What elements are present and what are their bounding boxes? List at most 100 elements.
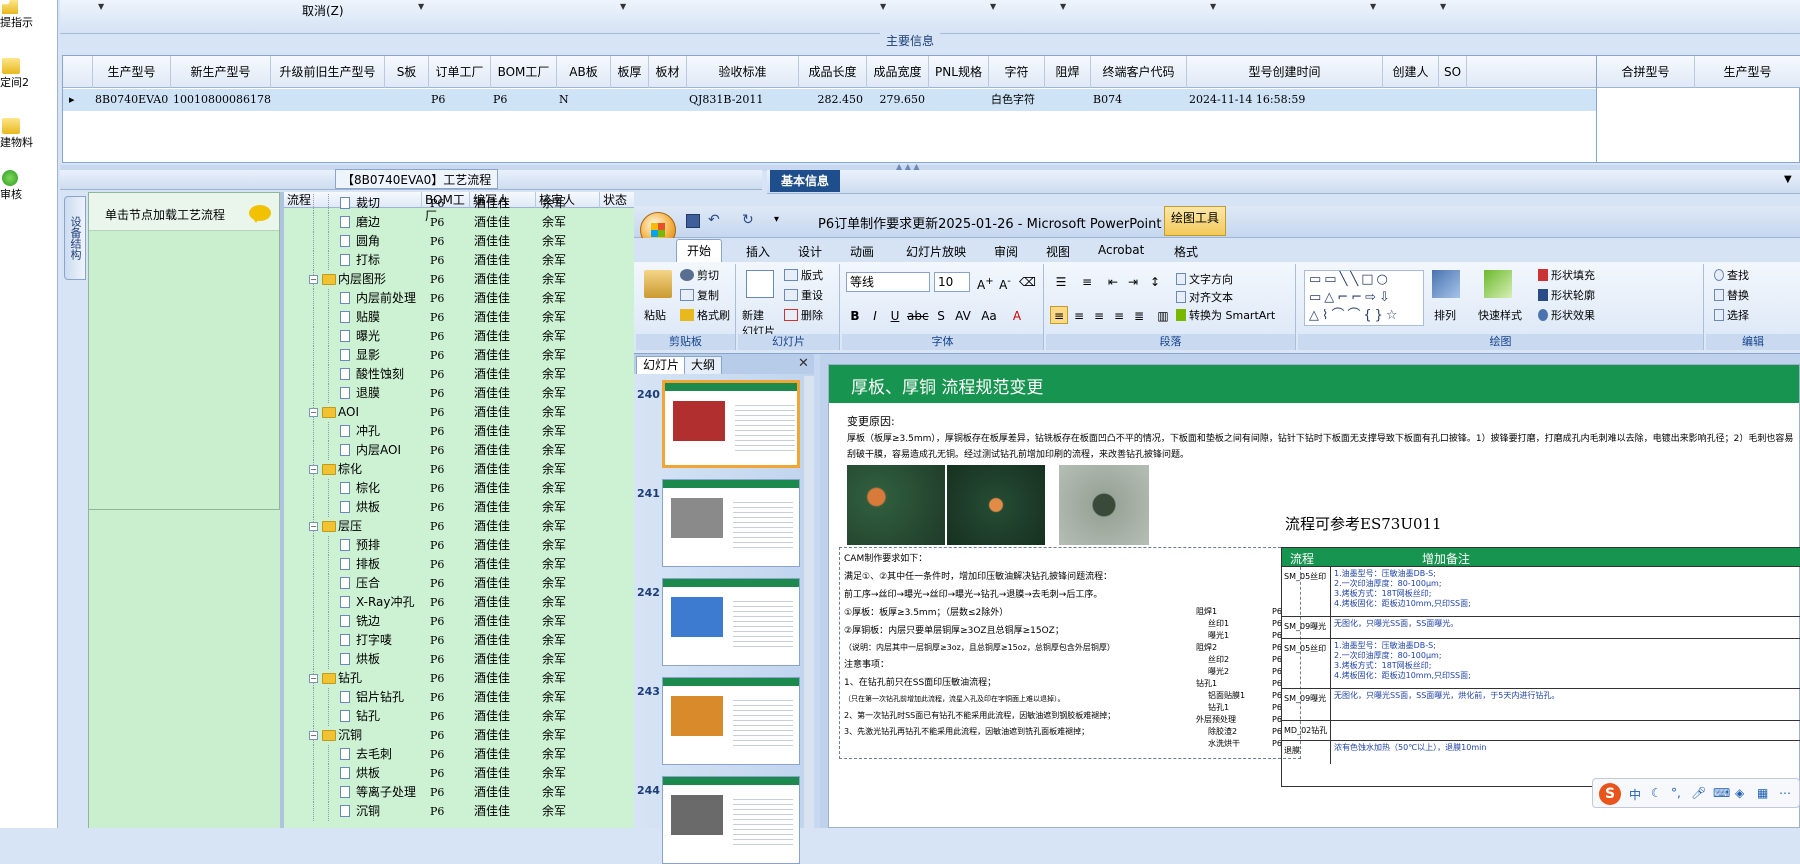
collapse-icon[interactable]: − (309, 408, 318, 417)
tree-row[interactable]: 磨边 P6 酒佳佳 余军 (284, 213, 634, 232)
columns-icon[interactable]: ▥ (1154, 306, 1172, 324)
underline-icon[interactable]: U (886, 306, 904, 324)
align-right-icon[interactable]: ≡ (1090, 306, 1108, 324)
microphone-icon[interactable]: 🎤︎ (1691, 786, 1706, 800)
text-box-selected[interactable]: CAM制作要求如下： 满足①、②其中任一条件时，增加印压敏油解决钻孔披锋问题流程… (839, 547, 1301, 759)
redo-icon[interactable]: ↻ (742, 212, 754, 228)
align-center-icon[interactable]: ≡ (1070, 306, 1088, 324)
skin-icon[interactable]: ◈ (1735, 786, 1744, 800)
table-row[interactable]: ▸ 8B0740EVA0 10010800086178 P6 P6 N QJ831B-201… (63, 89, 1597, 111)
dropdown-arrow-icon[interactable]: ▼ (1440, 2, 1446, 11)
paste-button[interactable]: 粘贴 (644, 308, 666, 324)
tree-row[interactable]: 棕化 P6 酒佳佳 余军 (284, 479, 634, 498)
shadow-icon[interactable]: S (932, 306, 950, 324)
sogou-logo-icon[interactable]: S (1599, 783, 1621, 805)
column-header[interactable]: 型号创建时间 (1187, 56, 1383, 88)
column-header[interactable]: 阻焊 (1045, 56, 1091, 88)
dropdown-arrow-icon[interactable]: ▼ (1370, 2, 1376, 11)
tree-row[interactable]: 等离子处理 P6 酒佳佳 余军 (284, 783, 634, 802)
tab-design[interactable]: 设计 (788, 241, 832, 262)
column-header[interactable]: 成品宽度 (867, 56, 929, 88)
column-header[interactable]: S板 (385, 56, 429, 88)
table-cell[interactable] (613, 89, 649, 111)
numbering-icon[interactable]: ≡ (1078, 272, 1096, 290)
tree-row[interactable]: 裁切 P6 酒佳佳 余军 (284, 194, 634, 213)
chevron-down-icon[interactable]: ▼ (1784, 174, 1792, 185)
column-header[interactable]: PNL规格 (929, 56, 989, 88)
tree-row[interactable]: − 棕化 P6 酒佳佳 余军 (284, 460, 634, 479)
table-cell[interactable]: 白色字符 (991, 89, 1045, 111)
tree-row[interactable]: 退膜 P6 酒佳佳 余军 (284, 384, 634, 403)
table-cell[interactable] (1047, 89, 1091, 111)
delete-button[interactable]: 删除 (784, 308, 823, 324)
save-icon[interactable] (686, 214, 700, 228)
char-spacing-icon[interactable]: AV (954, 306, 972, 324)
increase-indent-icon[interactable]: ⇥ (1124, 272, 1142, 290)
nav-item-create-material[interactable]: 建物料 (0, 118, 33, 150)
apps-icon[interactable]: ▦ (1757, 786, 1768, 800)
collapse-icon[interactable]: − (309, 674, 318, 683)
table-cell[interactable] (1385, 89, 1439, 111)
tab-view[interactable]: 视图 (1036, 241, 1080, 262)
tree-row[interactable]: 预排 P6 酒佳佳 余军 (284, 536, 634, 555)
collapse-icon[interactable]: − (309, 465, 318, 474)
distribute-icon[interactable]: ≣ (1130, 306, 1148, 324)
font-name-select[interactable]: 等线 (846, 272, 930, 292)
replace-button[interactable]: 替换 (1714, 288, 1749, 304)
column-header[interactable]: 板厚 (611, 56, 649, 88)
column-header[interactable]: 升级前旧生产型号 (271, 56, 385, 88)
shape-outline-button[interactable]: 形状轮廓 (1538, 288, 1595, 304)
tree-row[interactable]: − 内层图形 P6 酒佳佳 余军 (284, 270, 634, 289)
clear-format-icon[interactable]: ⌫ (1018, 272, 1036, 290)
tab-basic-info[interactable]: 基本信息 (770, 170, 840, 192)
format-painter-button[interactable]: 格式刷 (680, 308, 730, 324)
column-header[interactable]: AB板 (557, 56, 611, 88)
moon-icon[interactable]: ☾ (1651, 786, 1662, 800)
text-direction-button[interactable]: 文字方向 (1176, 272, 1233, 288)
tree-row[interactable]: 钻孔 P6 酒佳佳 余军 (284, 707, 634, 726)
strikethrough-icon[interactable]: abc (906, 306, 929, 324)
customize-qat-icon[interactable]: ▾ (774, 214, 779, 225)
slide-thumbnail[interactable] (662, 479, 800, 567)
column-header[interactable]: 成品长度 (799, 56, 867, 88)
grow-font-icon[interactable]: A+ (976, 272, 994, 292)
tab-acrobat[interactable]: Acrobat (1088, 241, 1154, 259)
tree-row[interactable]: − AOI P6 酒佳佳 余军 (284, 403, 634, 422)
table-cell[interactable] (1441, 89, 1467, 111)
table-cell[interactable]: 279.650 (869, 89, 929, 111)
shape-effects-button[interactable]: 形状效果 (1538, 308, 1595, 324)
table-cell[interactable]: P6 (493, 89, 557, 111)
tree-row[interactable]: 打字唛 P6 酒佳佳 余军 (284, 631, 634, 650)
slide-canvas[interactable]: 厚板、厚铜 流程规范变更 变更原因: 厚板（板厚≥3.5mm），厚铜板存在板厚差… (828, 364, 1800, 828)
tree-row[interactable]: 内层前处理 P6 酒佳佳 余军 (284, 289, 634, 308)
layout-button[interactable]: 版式 (784, 268, 823, 284)
bullets-icon[interactable]: ☰ (1052, 272, 1070, 290)
arrange-button[interactable]: 排列 (1434, 308, 1456, 324)
tree-row[interactable]: X-Ray冲孔 P6 酒佳佳 余军 (284, 593, 634, 612)
cut-button[interactable]: 剪切 (680, 268, 719, 284)
tab-animation[interactable]: 动画 (840, 241, 884, 262)
table-cell[interactable]: 8B0740EVA0 (95, 89, 171, 111)
undo-icon[interactable]: ↶ (708, 212, 720, 228)
context-tab-drawing-tools[interactable]: 绘图工具 (1164, 206, 1226, 236)
bold-icon[interactable]: B (846, 306, 864, 324)
scrollbar[interactable] (804, 376, 814, 828)
tab-home[interactable]: 开始 (676, 239, 723, 262)
table-cell[interactable] (651, 89, 687, 111)
ime-toolbar[interactable]: S 中 ☾ °, 🎤︎ ⌨ ◈ ▦ ⋯ (1592, 778, 1800, 808)
keyboard-icon[interactable]: ⌨ (1713, 786, 1730, 800)
smartart-button[interactable]: 转换为 SmartArt (1176, 308, 1275, 324)
tab-slides[interactable]: 幻灯片 (636, 356, 687, 374)
change-case-icon[interactable]: Aa (980, 306, 998, 324)
tree-row[interactable]: 曝光 P6 酒佳佳 余军 (284, 327, 634, 346)
punctuation-icon[interactable]: °, (1671, 786, 1681, 800)
tab-insert[interactable]: 插入 (736, 241, 780, 262)
nav-item-instructions[interactable]: 提指示 (0, 0, 33, 30)
tree-row[interactable]: 显影 P6 酒佳佳 余军 (284, 346, 634, 365)
italic-icon[interactable]: I (866, 306, 884, 324)
tree-row[interactable]: 贴膜 P6 酒佳佳 余军 (284, 308, 634, 327)
column-header[interactable]: 板材 (649, 56, 687, 88)
paste-icon[interactable] (644, 270, 672, 298)
dropdown-arrow-icon[interactable]: ▼ (880, 2, 886, 11)
column-header[interactable]: 创建人 (1383, 56, 1439, 88)
